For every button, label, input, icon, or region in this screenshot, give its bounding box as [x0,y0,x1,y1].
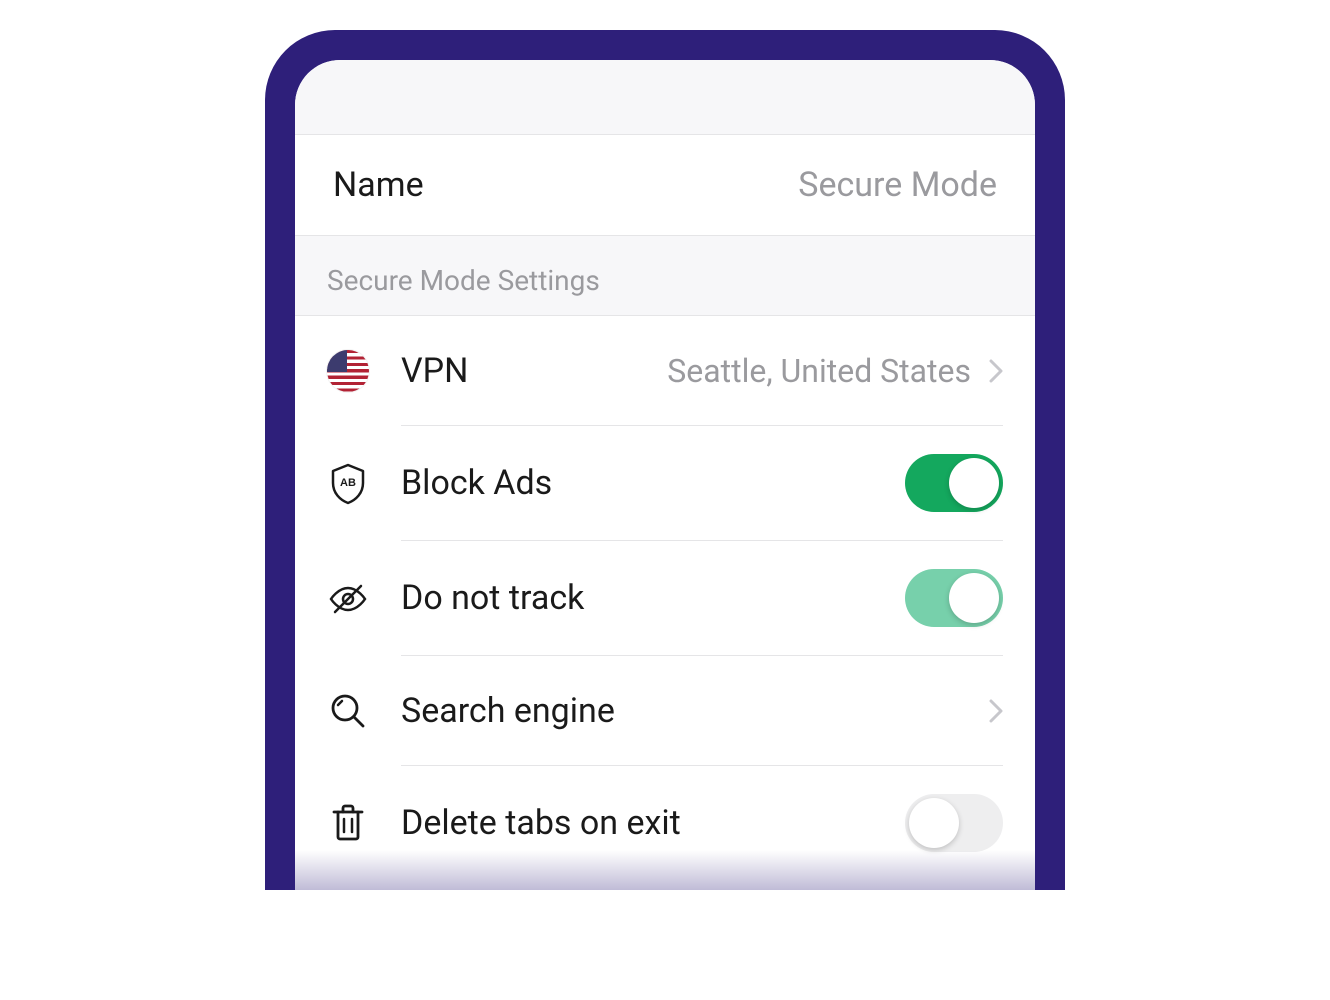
vpn-label: VPN [401,351,468,391]
magnifier-icon [327,690,369,732]
do-not-track-label: Do not track [401,578,584,618]
chevron-right-icon [989,699,1003,723]
svg-text:AB: AB [340,477,356,489]
setting-row-search-engine[interactable]: Search engine [295,656,1035,766]
shield-ab-icon: AB [327,463,369,505]
setting-row-do-not-track: Do not track [295,541,1035,656]
setting-row-block-ads: AB Block Ads [295,426,1035,541]
vpn-value: Seattle, United States [667,352,971,390]
trash-icon [327,802,369,844]
delete-tabs-toggle[interactable] [905,794,1003,852]
search-engine-label: Search engine [401,691,615,731]
name-value: Secure Mode [798,165,997,205]
name-label: Name [333,165,424,205]
chevron-right-icon [989,359,1003,383]
name-row[interactable]: Name Secure Mode [295,135,1035,236]
setting-row-delete-tabs: Delete tabs on exit [295,766,1035,880]
block-ads-toggle[interactable] [905,454,1003,512]
delete-tabs-label: Delete tabs on exit [401,803,681,843]
block-ads-label: Block Ads [401,463,552,503]
settings-list: VPN Seattle, United States [295,316,1035,880]
setting-row-vpn[interactable]: VPN Seattle, United States [295,316,1035,426]
phone-frame: Name Secure Mode Secure Mode Settings VP… [265,30,1065,890]
phone-screen: Name Secure Mode Secure Mode Settings VP… [295,60,1035,890]
eye-slash-icon [327,578,369,620]
section-header-text: Secure Mode Settings [327,264,600,297]
section-header: Secure Mode Settings [295,236,1035,316]
status-bar [295,60,1035,135]
do-not-track-toggle[interactable] [905,569,1003,627]
us-flag-icon [327,350,369,392]
